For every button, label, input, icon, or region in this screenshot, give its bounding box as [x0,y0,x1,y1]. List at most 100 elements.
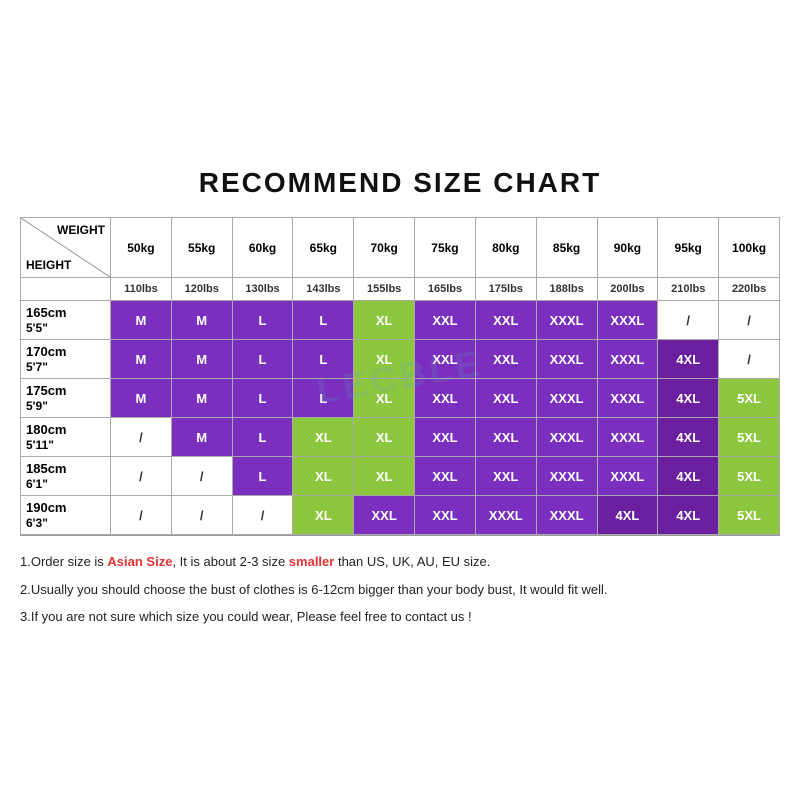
col-header-lbs-4: 155lbs [354,278,415,301]
size-cell: XXXL [597,301,658,340]
size-cell: 4XL [658,340,719,379]
size-cell: 5XL [719,496,780,535]
col-header-lbs-10: 220lbs [719,278,780,301]
size-cell: 5XL [719,457,780,496]
size-cell: M [171,301,232,340]
size-cell: XL [293,418,354,457]
table-row: 170cm5'7"MMLLXLXXLXXLXXXLXXXL4XL/ [21,340,780,379]
table-row: 165cm5'5"MMLLXLXXLXXLXXXLXXXL// [21,301,780,340]
size-cell: XXL [415,496,476,535]
size-cell: XXL [415,418,476,457]
size-cell: L [232,340,293,379]
size-cell: XL [293,457,354,496]
row-header: 190cm6'3" [21,496,111,535]
size-cell: XL [354,379,415,418]
size-cell: / [719,301,780,340]
lbs-spacer [21,278,111,301]
col-header-kg-7: 85kg [536,218,597,278]
note-1-highlight1: Asian Size [107,554,172,569]
size-cell: L [232,418,293,457]
row-header: 165cm5'5" [21,301,111,340]
size-cell: XXXL [475,496,536,535]
size-cell: / [171,496,232,535]
size-cell: M [171,340,232,379]
size-cell: XL [354,301,415,340]
col-header-kg-1: 55kg [171,218,232,278]
col-header-lbs-2: 130lbs [232,278,293,301]
size-chart-table: WEIGHT HEIGHT 50kg 55kg 60kg 65kg 70kg 7… [20,217,780,536]
size-cell: XXL [475,418,536,457]
size-chart-container: RECOMMEND SIZE CHART WEIGHT HEIGHT 50kg … [10,157,790,642]
height-label: HEIGHT [26,258,71,272]
size-cell: / [232,496,293,535]
size-cell: XXXL [597,457,658,496]
size-cell: XL [293,496,354,535]
size-cell: L [293,340,354,379]
size-cell: XXXL [597,379,658,418]
size-cell: 4XL [597,496,658,535]
table-row: 185cm6'1"//LXLXLXXLXXLXXXLXXXL4XL5XL [21,457,780,496]
col-header-kg-5: 75kg [415,218,476,278]
note-2: 2.Usually you should choose the bust of … [20,578,780,601]
size-cell: XXL [475,457,536,496]
size-cell: / [719,340,780,379]
size-cell: XXXL [536,496,597,535]
note-1-text1: 1.Order size is [20,554,107,569]
col-header-kg-3: 65kg [293,218,354,278]
col-header-lbs-6: 175lbs [475,278,536,301]
col-header-lbs-3: 143lbs [293,278,354,301]
size-cell: XXL [415,301,476,340]
size-cell: 4XL [658,496,719,535]
note-1-text2: , It is about 2-3 size [172,554,288,569]
size-cell: XL [354,418,415,457]
size-cell: / [171,457,232,496]
size-cell: XL [354,340,415,379]
col-header-kg-4: 70kg [354,218,415,278]
size-cell: 5XL [719,418,780,457]
size-cell: M [111,301,172,340]
size-cell: XXXL [597,340,658,379]
col-header-lbs-0: 110lbs [111,278,172,301]
note-1-text3: than US, UK, AU, EU size. [334,554,490,569]
size-cell: 5XL [719,379,780,418]
size-cell: XXXL [536,418,597,457]
row-header: 180cm5'11" [21,418,111,457]
row-header: 170cm5'7" [21,340,111,379]
size-cell: M [171,418,232,457]
table-row: 175cm5'9"MMLLXLXXLXXLXXXLXXXL4XL5XL [21,379,780,418]
size-cell: 4XL [658,418,719,457]
size-cell: XXL [354,496,415,535]
size-cell: L [293,379,354,418]
size-cell: L [232,379,293,418]
table-row: 190cm6'3"///XLXXLXXLXXXLXXXL4XL4XL5XL [21,496,780,535]
notes-section: 1.Order size is Asian Size, It is about … [20,550,780,628]
size-cell: / [111,457,172,496]
size-cell: XXL [475,379,536,418]
size-cell: / [111,418,172,457]
col-header-kg-9: 95kg [658,218,719,278]
row-header: 175cm5'9" [21,379,111,418]
col-header-lbs-1: 120lbs [171,278,232,301]
table-row: 180cm5'11"/MLXLXLXXLXXLXXXLXXXL4XL5XL [21,418,780,457]
size-cell: XXXL [536,457,597,496]
col-header-kg-8: 90kg [597,218,658,278]
size-cell: XXXL [536,340,597,379]
size-cell: M [171,379,232,418]
col-header-lbs-9: 210lbs [658,278,719,301]
col-header-lbs-7: 188lbs [536,278,597,301]
size-cell: XL [354,457,415,496]
size-cell: 4XL [658,379,719,418]
size-cell: XXL [475,301,536,340]
size-cell: M [111,379,172,418]
size-cell: XXL [415,340,476,379]
size-cell: M [111,340,172,379]
size-cell: XXL [475,340,536,379]
col-header-lbs-8: 200lbs [597,278,658,301]
col-header-kg-6: 80kg [475,218,536,278]
chart-title: RECOMMEND SIZE CHART [20,167,780,199]
note-1: 1.Order size is Asian Size, It is about … [20,550,780,573]
weight-label: WEIGHT [57,223,105,237]
col-header-kg-0: 50kg [111,218,172,278]
diagonal-header-cell: WEIGHT HEIGHT [21,218,111,278]
size-cell: XXXL [597,418,658,457]
